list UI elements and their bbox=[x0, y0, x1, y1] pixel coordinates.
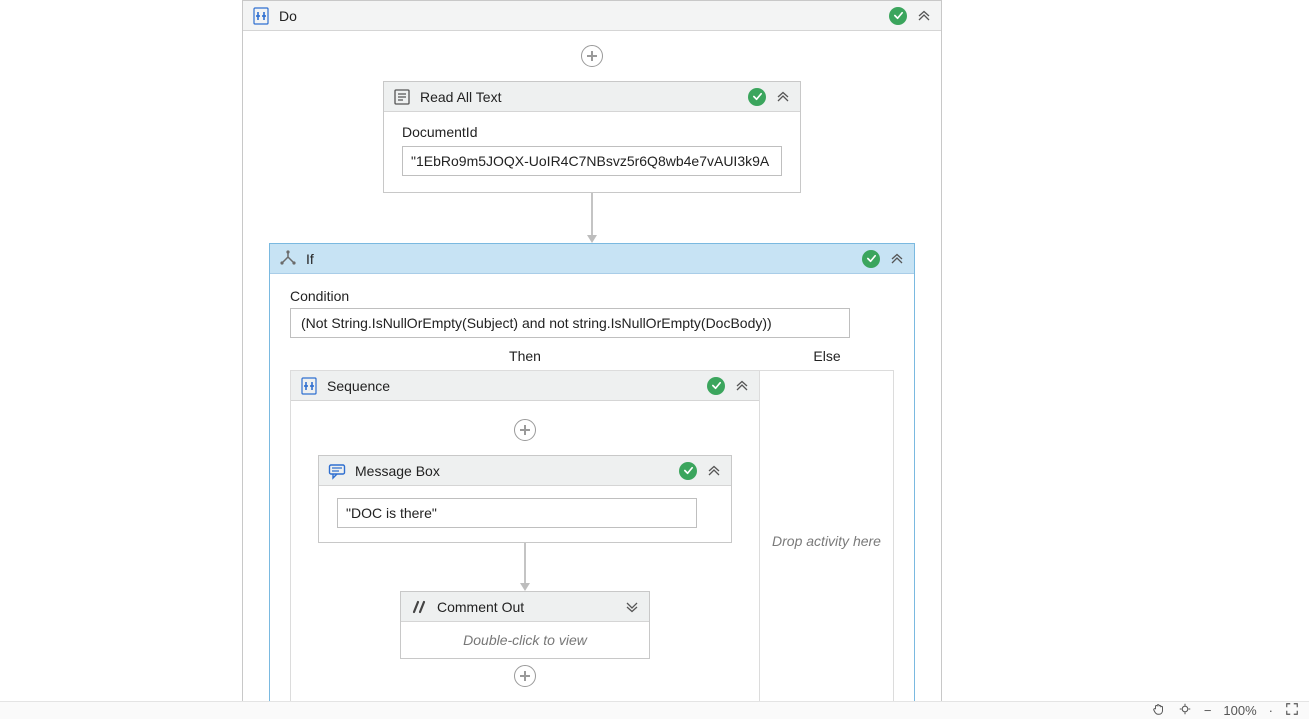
workflow-canvas[interactable]: Do Read All Text bbox=[0, 0, 1309, 719]
sequence-header[interactable]: Sequence bbox=[291, 371, 759, 401]
validation-ok-icon bbox=[707, 377, 725, 395]
designer-status-bar: − 100% · bbox=[0, 701, 1309, 719]
pan-hand-icon[interactable] bbox=[1152, 702, 1166, 719]
if-body: Condition (Not String.IsNullOrEmpty(Subj… bbox=[270, 274, 914, 719]
if-activity-header[interactable]: If bbox=[270, 244, 914, 274]
comment-out-activity[interactable]: Comment Out Double-click to view bbox=[400, 591, 650, 659]
sequence-activity[interactable]: Sequence bbox=[291, 371, 759, 711]
documentid-label: DocumentId bbox=[402, 124, 782, 140]
add-activity-button[interactable] bbox=[514, 419, 536, 441]
collapse-toggle[interactable] bbox=[705, 462, 723, 480]
expand-toggle[interactable] bbox=[623, 598, 641, 616]
then-drop-zone[interactable]: Sequence bbox=[290, 370, 760, 712]
comment-out-title: Comment Out bbox=[437, 599, 615, 615]
collapse-toggle[interactable] bbox=[915, 7, 933, 25]
then-label: Then bbox=[290, 346, 760, 370]
collapse-toggle[interactable] bbox=[888, 250, 906, 268]
zoom-level: 100% bbox=[1223, 703, 1256, 718]
validation-ok-icon bbox=[862, 250, 880, 268]
branch-icon bbox=[278, 249, 298, 269]
comment-out-header[interactable]: Comment Out bbox=[401, 592, 649, 622]
do-activity-title: Do bbox=[279, 8, 881, 24]
flow-connector bbox=[525, 543, 526, 591]
add-activity-button[interactable] bbox=[514, 665, 536, 687]
documentid-input[interactable]: "1EbRo9m5JOQX-UoIR4C7NBsvz5r6Q8wb4e7vAUI… bbox=[402, 146, 782, 176]
sequence-icon bbox=[251, 6, 271, 26]
validation-ok-icon bbox=[679, 462, 697, 480]
condition-label: Condition bbox=[290, 288, 894, 304]
message-box-title: Message Box bbox=[355, 463, 671, 479]
validation-ok-icon bbox=[889, 7, 907, 25]
branch-labels-row: Then Else bbox=[290, 346, 894, 370]
comment-out-hint[interactable]: Double-click to view bbox=[401, 622, 649, 658]
sequence-body: Message Box bbox=[291, 401, 759, 711]
do-activity-header[interactable]: Do bbox=[243, 1, 941, 31]
read-all-text-activity[interactable]: Read All Text DocumentId "1EbRo9m5JOQX-U… bbox=[383, 81, 801, 193]
message-icon bbox=[327, 461, 347, 481]
message-box-header[interactable]: Message Box bbox=[319, 456, 731, 486]
fit-screen-icon[interactable] bbox=[1285, 702, 1299, 719]
message-box-activity[interactable]: Message Box bbox=[318, 455, 732, 543]
branches-row: Sequence bbox=[290, 370, 894, 712]
add-activity-button[interactable] bbox=[581, 45, 603, 67]
validation-ok-icon bbox=[748, 88, 766, 106]
else-placeholder: Drop activity here bbox=[772, 533, 881, 549]
condition-input[interactable]: (Not String.IsNullOrEmpty(Subject) and n… bbox=[290, 308, 850, 338]
else-label: Else bbox=[760, 346, 894, 370]
zoom-reset-icon[interactable] bbox=[1178, 702, 1192, 719]
flow-connector bbox=[592, 193, 593, 243]
read-all-text-title: Read All Text bbox=[420, 89, 740, 105]
read-all-text-header[interactable]: Read All Text bbox=[384, 82, 800, 112]
if-activity-title: If bbox=[306, 251, 854, 267]
if-activity[interactable]: If Condition (Not String.IsNullOrEmpty(S… bbox=[269, 243, 915, 719]
else-drop-zone[interactable]: Drop activity here bbox=[760, 370, 894, 712]
comment-slash-icon bbox=[409, 597, 429, 617]
document-text-icon bbox=[392, 87, 412, 107]
message-box-body: "DOC is there" bbox=[319, 486, 731, 542]
message-text-input[interactable]: "DOC is there" bbox=[337, 498, 697, 528]
sequence-title: Sequence bbox=[327, 378, 699, 394]
sequence-icon bbox=[299, 376, 319, 396]
collapse-toggle[interactable] bbox=[774, 88, 792, 106]
collapse-toggle[interactable] bbox=[733, 377, 751, 395]
do-activity[interactable]: Do Read All Text bbox=[242, 0, 942, 719]
read-all-text-body: DocumentId "1EbRo9m5JOQX-UoIR4C7NBsvz5r6… bbox=[384, 112, 800, 192]
